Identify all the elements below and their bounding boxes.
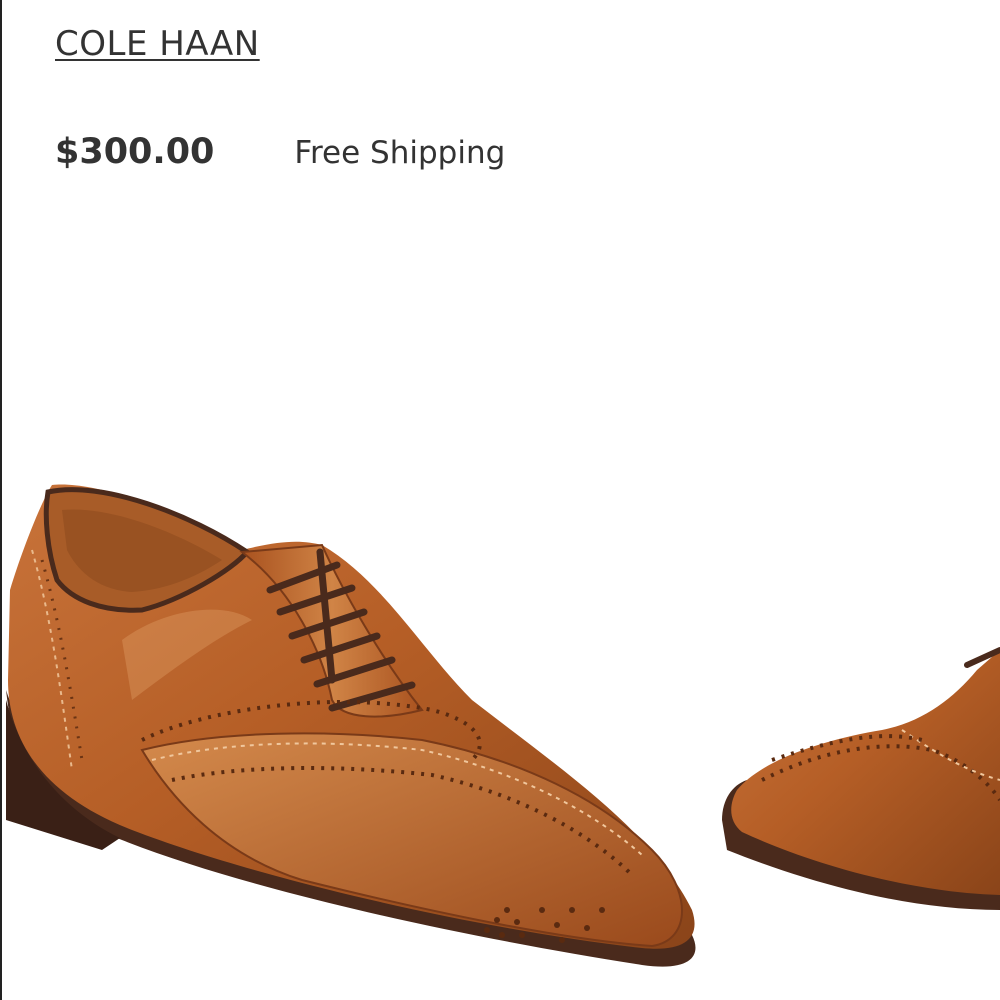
product-image[interactable] [2, 440, 1000, 1000]
product-price: $300.00 [55, 132, 215, 172]
shoe-illustration [6, 484, 1000, 967]
left-shoe [6, 484, 696, 967]
price-row: $300.00 Free Shipping [55, 132, 505, 172]
right-shoe [722, 647, 1000, 910]
product-title-fragment [740, 0, 840, 4]
brand-link[interactable]: COLE HAAN [55, 24, 260, 64]
shipping-info: Free Shipping [294, 135, 506, 171]
